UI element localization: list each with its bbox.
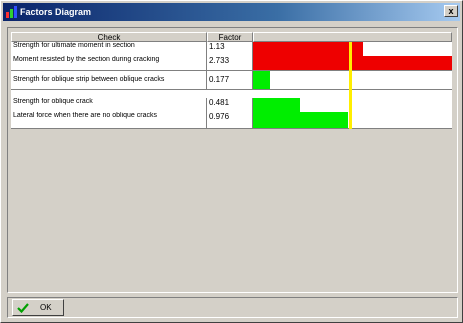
table-row[interactable]: Lateral force when there are no oblique … bbox=[11, 112, 452, 129]
column-header-factor[interactable]: Factor bbox=[207, 32, 253, 42]
factor-bar-cell bbox=[253, 42, 452, 56]
factor-bar-cell bbox=[253, 71, 452, 89]
table-bottom-border bbox=[11, 128, 452, 129]
check-name: Strength for oblique strip between obliq… bbox=[11, 71, 207, 89]
ok-label: OK bbox=[40, 303, 52, 312]
column-header-check[interactable]: Check bbox=[11, 32, 207, 42]
factor-bar bbox=[253, 56, 452, 70]
table-row[interactable]: Strength for oblique strip between obliq… bbox=[11, 71, 452, 89]
factor-value: 1.13 bbox=[207, 42, 253, 56]
check-name: Lateral force when there are no oblique … bbox=[11, 112, 207, 129]
diagram-panel: Check Factor Strength for ultimate momen… bbox=[7, 27, 458, 293]
factor-bar bbox=[253, 71, 270, 89]
factor-value: 0.177 bbox=[207, 71, 253, 89]
check-name: Strength for oblique crack bbox=[11, 98, 207, 112]
factor-bar-cell bbox=[253, 56, 452, 70]
window-title: Factors Diagram bbox=[20, 7, 92, 17]
button-bar: OK bbox=[7, 297, 458, 318]
column-header-diagram[interactable] bbox=[253, 32, 452, 42]
table-row[interactable]: Moment resisted by the section during cr… bbox=[11, 56, 452, 70]
checkmark-icon bbox=[17, 303, 29, 313]
factor-value: 2.733 bbox=[207, 56, 253, 70]
check-name: Strength for ultimate moment in section bbox=[11, 42, 207, 56]
factor-bar-cell bbox=[253, 98, 452, 112]
title-bar[interactable]: Factors Diagram x bbox=[3, 3, 460, 21]
table-row[interactable]: Strength for ultimate moment in section … bbox=[11, 42, 452, 56]
factor-bar bbox=[253, 98, 300, 112]
factors-diagram-window: Factors Diagram x Check Factor Strength … bbox=[0, 0, 463, 323]
limit-line bbox=[349, 42, 352, 129]
close-button[interactable]: x bbox=[444, 5, 458, 17]
ok-button[interactable]: OK bbox=[12, 299, 64, 316]
factor-bar bbox=[253, 42, 363, 56]
row-divider bbox=[11, 89, 452, 90]
factor-value: 0.481 bbox=[207, 98, 253, 112]
factor-bar-cell bbox=[253, 112, 452, 129]
check-name: Moment resisted by the section during cr… bbox=[11, 56, 207, 70]
factor-value: 0.976 bbox=[207, 112, 253, 129]
app-icon bbox=[6, 6, 17, 18]
factor-bar bbox=[253, 112, 348, 129]
factors-table: Check Factor Strength for ultimate momen… bbox=[11, 32, 452, 129]
table-row[interactable]: Strength for oblique crack 0.481 bbox=[11, 98, 452, 112]
